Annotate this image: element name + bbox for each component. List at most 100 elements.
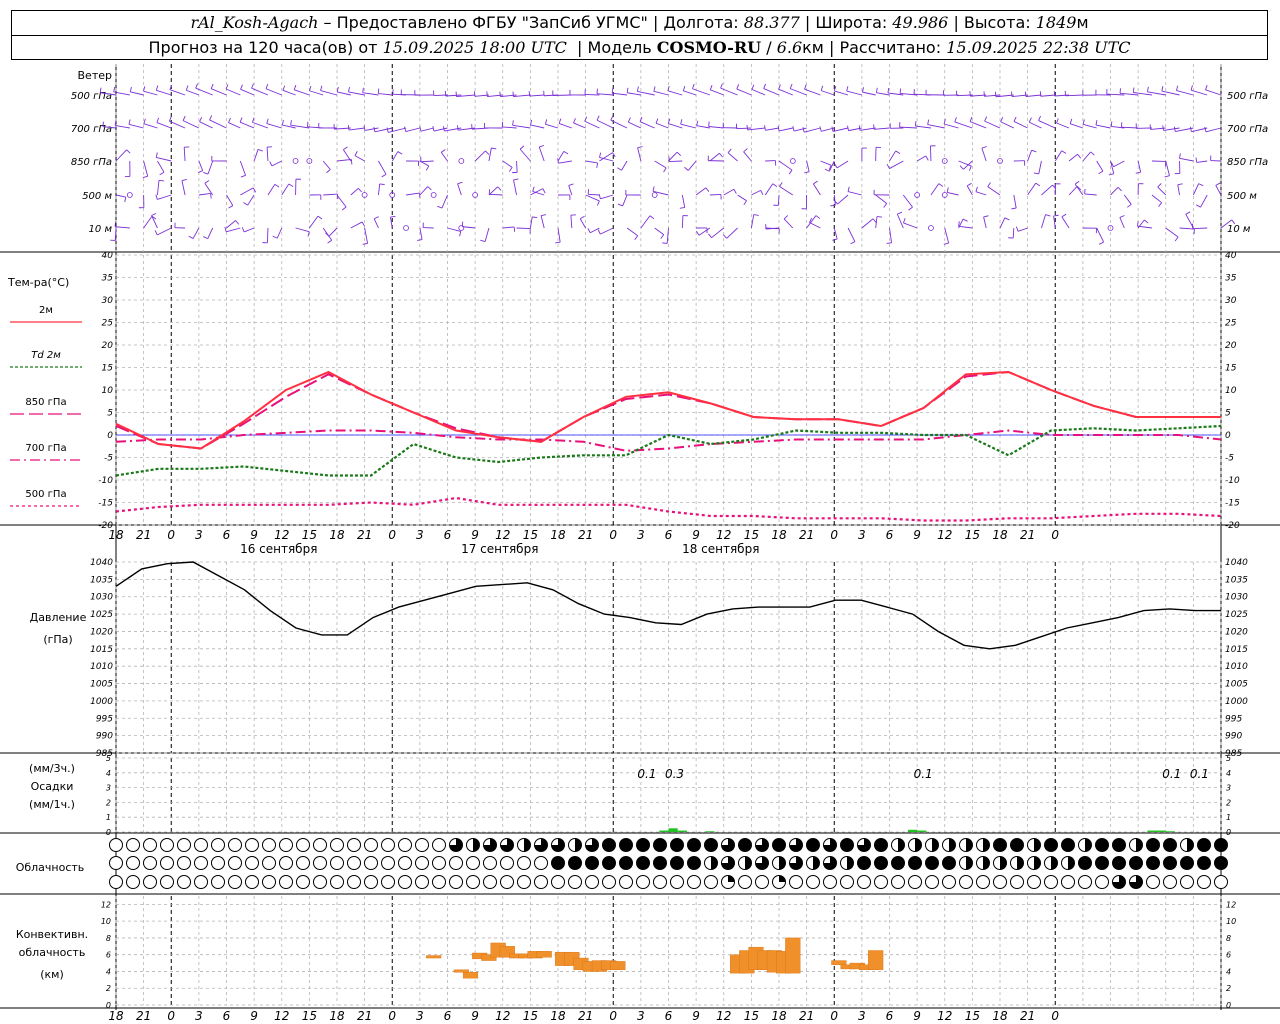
- wind-barb-shaft: [585, 194, 600, 202]
- precip-tick-right: 3: [1226, 784, 1231, 793]
- bottom-time-tick-label: 3: [858, 1009, 866, 1023]
- wind-barb-feather: [568, 183, 574, 186]
- wind-barb-shaft: [588, 193, 600, 196]
- cloud-cover-symbol: [1078, 875, 1092, 889]
- wind-barb-shaft: [1110, 187, 1119, 196]
- precip-tick-left: 5: [106, 754, 111, 763]
- cloud-cover-fill: [966, 856, 973, 870]
- wind-barb-feather: [679, 206, 685, 209]
- bottom-time-tick-label: 0: [1051, 1009, 1059, 1023]
- wind-barb-shaft: [599, 152, 613, 162]
- wind-barb-feather: [1061, 213, 1067, 218]
- cloud-cover-symbol: [891, 875, 905, 889]
- wind-barb-shaft: [579, 218, 587, 229]
- wind-barb-feather: [350, 159, 353, 165]
- wind-barb-shaft: [362, 92, 379, 96]
- wind-barb-shaft: [211, 88, 227, 96]
- wind-barb-feather: [558, 118, 562, 124]
- time-tick-label: 12: [274, 528, 289, 542]
- wind-barb-shaft: [765, 127, 780, 131]
- wind-barb-shaft: [1029, 121, 1042, 129]
- wind-barb-feather: [599, 152, 602, 158]
- cloud-cover-fill: [1068, 856, 1075, 870]
- wind-barb-feather: [596, 200, 600, 206]
- wind-calm-mark: [403, 225, 409, 231]
- wind-barb-feather: [1119, 215, 1125, 218]
- cloud-cover-symbol: [1078, 856, 1092, 870]
- wind-barb-shaft: [1192, 183, 1200, 196]
- cloud-cover-symbol: [1095, 875, 1109, 889]
- cloud-cover-symbol: [1146, 838, 1160, 852]
- wind-barb-feather: [204, 180, 210, 184]
- precip-bar: [907, 829, 918, 832]
- cloud-cover-symbol: [551, 856, 565, 870]
- wind-barb-feather: [987, 182, 991, 187]
- wind-barb-feather: [373, 126, 376, 132]
- wind-barb-feather: [540, 214, 547, 217]
- time-tick-label: 6: [665, 528, 673, 542]
- precip-bar: [917, 830, 927, 832]
- time-tick-label: 3: [195, 528, 203, 542]
- temp-tick-left: 25: [102, 319, 114, 329]
- cloud-cover-symbol: [109, 875, 123, 889]
- wind-barb-shaft: [1012, 227, 1015, 239]
- wind-barb-feather: [1056, 118, 1059, 124]
- wind-barb-feather: [281, 120, 284, 126]
- wind-barb-shaft: [751, 189, 761, 196]
- wind-barb-shaft: [966, 185, 973, 196]
- temp-tick-left: 0: [107, 431, 113, 441]
- wind-barb-feather: [327, 239, 332, 244]
- wind-barb-feather: [386, 127, 389, 133]
- wind-calm-mark: [430, 192, 437, 198]
- cloud-cover-symbol: [653, 838, 667, 852]
- bottom-time-tick-label: 12: [716, 1009, 731, 1023]
- wind-barb-shaft: [239, 160, 247, 176]
- cloud-cover-symbol: [925, 875, 939, 889]
- wind-barb-shaft: [584, 120, 600, 129]
- cloud-cover-symbol: [177, 856, 191, 870]
- cloud-cover-symbol: [126, 838, 140, 852]
- wind-barb-shaft: [377, 183, 381, 196]
- cloud-cover-fill: [915, 838, 922, 852]
- wind-barb-feather: [1045, 214, 1051, 217]
- bottom-time-tick-label: 18: [108, 1009, 124, 1023]
- bottom-time-tick-label: 15: [744, 1009, 759, 1023]
- wind-barb-feather: [637, 146, 643, 149]
- wind-barb-shaft: [157, 227, 172, 236]
- cloud-cover-fill: [1017, 856, 1024, 870]
- cloud-cover-symbol: [143, 838, 157, 852]
- wind-barb-shaft: [243, 227, 255, 233]
- cloud-cover-symbol: [585, 856, 599, 870]
- pressure-tick-right: 1010: [1225, 662, 1248, 672]
- wind-barb-shaft: [1025, 94, 1042, 97]
- wind-barb-feather: [257, 148, 263, 152]
- wind-barb-shaft: [570, 215, 573, 229]
- wind-barb-feather: [634, 235, 639, 241]
- time-tick-label: 6: [886, 528, 894, 542]
- wind-barb-shaft: [655, 122, 669, 129]
- precip-unit-top: (мм/3ч.): [29, 762, 75, 775]
- cloud-cover-symbol: [262, 838, 276, 852]
- wind-barb-feather: [708, 233, 712, 238]
- cloud-cover-fill: [779, 856, 786, 870]
- wind-barb-shaft: [654, 227, 664, 235]
- wind-barb-shaft: [530, 124, 545, 129]
- wind-barb-shaft: [1179, 157, 1194, 162]
- cloud-cover-symbol: [109, 856, 123, 870]
- wind-barb-feather: [975, 186, 978, 192]
- time-tick-label: 21: [799, 528, 814, 542]
- wind-barb-feather: [872, 218, 877, 223]
- wind-barb-feather: [563, 150, 569, 155]
- wind-barb-shaft: [457, 183, 462, 196]
- wind-barb-feather: [209, 115, 213, 121]
- wind-barb-shaft: [1157, 186, 1167, 196]
- wind-calm-mark: [458, 158, 465, 164]
- wind-barb-feather: [792, 126, 795, 132]
- wind-barb-shaft: [1082, 123, 1097, 129]
- wind-barb-feather: [497, 186, 502, 191]
- wind-barb-shaft: [364, 227, 369, 244]
- conv-cloud-bar: [462, 972, 479, 979]
- wind-barb-shaft: [474, 150, 486, 162]
- wind-barb-feather: [663, 167, 667, 173]
- wind-barb-shaft: [812, 183, 821, 196]
